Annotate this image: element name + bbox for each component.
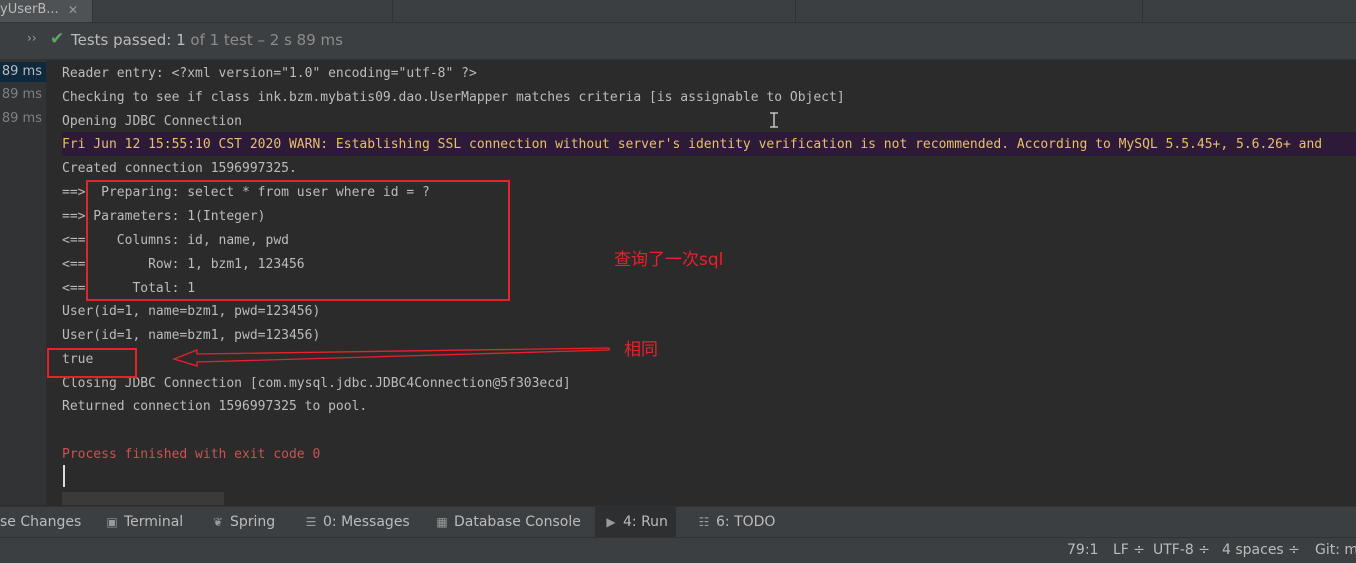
- console-line: Closing JDBC Connection [com.mysql.jdbc.…: [62, 376, 571, 391]
- annotation-arrow-icon: [172, 347, 610, 367]
- console-exit-line: Process finished with exit code 0: [62, 447, 321, 462]
- tool-window-label: Terminal: [124, 514, 184, 530]
- test-duration[interactable]: 89 ms: [0, 62, 46, 82]
- tool-window-label: 6: TODO: [716, 514, 776, 530]
- horizontal-scrollbar[interactable]: [62, 492, 224, 505]
- true-highlight-box: [47, 348, 137, 378]
- check-icon: ✔: [50, 29, 65, 49]
- ibeam-cursor-icon: [770, 112, 778, 128]
- editor-tab[interactable]: yUserB... ✕: [0, 0, 93, 22]
- line-ending-selector[interactable]: LF ÷: [1113, 538, 1145, 563]
- tab-divider: [795, 0, 796, 22]
- text-caret: [63, 465, 65, 487]
- tool-window-label: 4: Run: [623, 514, 668, 530]
- tool-window-bar: se Changes ▣ Terminal ❦ Spring ☰ 0: Message…: [0, 506, 1356, 537]
- encoding-selector[interactable]: UTF-8 ÷: [1153, 538, 1210, 563]
- test-status-count: 1: [176, 31, 186, 49]
- tool-window-label: Spring: [230, 514, 276, 530]
- console-line: Returned connection 1596997325 to pool.: [62, 399, 368, 414]
- tool-window-changes[interactable]: se Changes: [0, 507, 81, 537]
- test-status-summary: of 1 test – 2 s 89 ms: [190, 31, 343, 49]
- test-duration[interactable]: 89 ms: [0, 85, 46, 105]
- tool-window-label: 0: Messages: [323, 514, 410, 530]
- annotation-sql-once: 查询了一次sql: [614, 250, 724, 270]
- todo-icon: ☷: [698, 515, 710, 529]
- tool-window-database-console[interactable]: ▦ Database Console: [434, 507, 581, 537]
- close-icon[interactable]: ✕: [68, 0, 78, 20]
- tool-window-run[interactable]: ▶ 4: Run: [595, 507, 676, 537]
- tool-window-label: Database Console: [454, 514, 581, 530]
- messages-icon: ☰: [305, 515, 317, 529]
- git-branch-widget[interactable]: Git: m: [1315, 538, 1356, 563]
- tool-window-terminal[interactable]: ▣ Terminal: [104, 507, 183, 537]
- console-line: Opening JDBC Connection: [62, 114, 243, 129]
- terminal-icon: ▣: [106, 515, 118, 529]
- tool-window-label: se Changes: [0, 514, 82, 530]
- expand-chevron-icon[interactable]: ››: [27, 31, 37, 45]
- test-tree-gutter: 89 ms 89 ms 89 ms: [0, 60, 46, 505]
- tab-divider: [392, 0, 393, 22]
- run-header: ›› ✔ Tests passed: 1 of 1 test – 2 s 89 …: [0, 23, 1356, 60]
- status-bar: 79:1 LF ÷ UTF-8 ÷ 4 spaces ÷ Git: m: [0, 537, 1356, 563]
- console-line: Created connection 1596997325.: [62, 161, 297, 176]
- tool-window-messages[interactable]: ☰ 0: Messages: [303, 507, 410, 537]
- annotation-same: 相同: [624, 340, 658, 360]
- sql-log-highlight-box: [86, 180, 510, 301]
- indent-selector[interactable]: 4 spaces ÷: [1222, 538, 1300, 563]
- test-status-text: Tests passed: 1 of 1 test – 2 s 89 ms: [71, 31, 343, 49]
- console-warning-line: Fri Jun 12 15:55:10 CST 2020 WARN: Estab…: [62, 137, 1323, 152]
- database-console-icon: ▦: [436, 515, 448, 529]
- tool-window-spring[interactable]: ❦ Spring: [210, 507, 275, 537]
- spring-icon: ❦: [212, 515, 224, 529]
- console-line: Reader entry: <?xml version="1.0" encodi…: [62, 66, 477, 81]
- editor-tab-label: yUserB...: [0, 2, 59, 17]
- run-icon: ▶: [606, 515, 616, 529]
- test-status-label: Tests passed:: [71, 31, 172, 49]
- tool-window-todo[interactable]: ☷ 6: TODO: [696, 507, 776, 537]
- caret-position[interactable]: 79:1: [1067, 538, 1098, 563]
- editor-tab-bar: yUserB... ✕: [0, 0, 1356, 23]
- test-duration[interactable]: 89 ms: [0, 109, 46, 129]
- tab-divider: [1142, 0, 1143, 22]
- console-line: User(id=1, name=bzm1, pwd=123456): [62, 304, 321, 319]
- console-line: Checking to see if class ink.bzm.mybatis…: [62, 90, 845, 105]
